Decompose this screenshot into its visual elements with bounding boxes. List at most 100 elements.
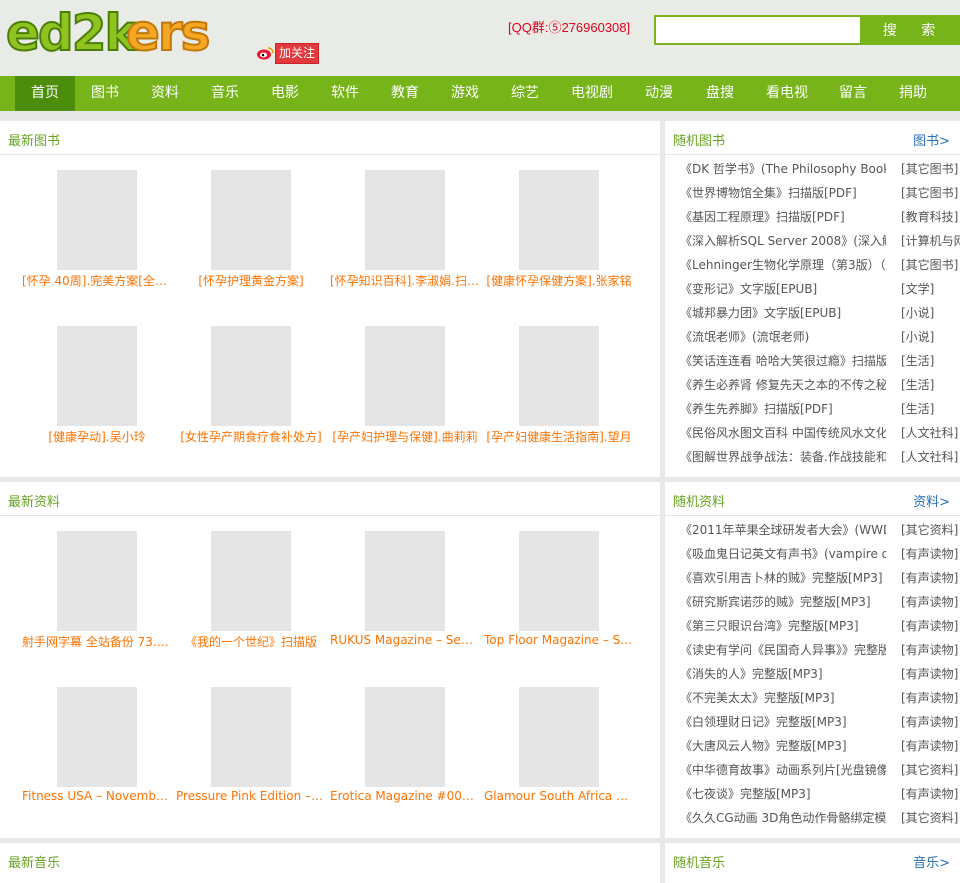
list-item-category-link[interactable]: [其它资料]	[901, 758, 960, 782]
item-thumbnail[interactable]	[211, 326, 291, 426]
list-item-title-link[interactable]: 《笑话连连看 哈哈大笑很过瘾》扫描版[	[680, 349, 886, 373]
item-thumbnail[interactable]	[519, 531, 599, 631]
item-thumbnail[interactable]	[365, 170, 445, 270]
list-item-category-link[interactable]: [生活]	[901, 373, 960, 397]
item-thumbnail[interactable]	[365, 531, 445, 631]
list-item-title-link[interactable]: 《城邦暴力团》文字版[EPUB]	[680, 301, 886, 325]
list-item-category-link[interactable]: [有声读物]	[901, 638, 960, 662]
item-caption-link[interactable]: [怀孕 40周].完美方案[全彩图解版].艾伦	[22, 272, 172, 289]
list-item-category-link[interactable]: [有声读物]	[901, 710, 960, 734]
list-item-category-link[interactable]: [其它图书]	[901, 253, 960, 277]
list-item-title-link[interactable]: 《中华德育故事》动画系列片[光盘镜像]	[680, 758, 886, 782]
list-item-category-link[interactable]: [生活]	[901, 397, 960, 421]
item-caption-link[interactable]: 《我的一个世纪》扫描版	[176, 633, 326, 650]
nav-item[interactable]: 看电视	[751, 76, 823, 111]
list-item-title-link[interactable]: 《流氓老师》(流氓老师)	[680, 325, 886, 349]
search-input[interactable]	[654, 15, 864, 45]
item-caption-link[interactable]: [怀孕知识百科].李淑娟.扫描版	[330, 272, 480, 289]
list-item-title-link[interactable]: 《图解世界战争战法：装备.作战技能和战	[680, 445, 886, 469]
list-item-category-link[interactable]: [有声读物]	[901, 566, 960, 590]
item-thumbnail[interactable]	[211, 170, 291, 270]
item-caption-link[interactable]: Glamour South Africa – November	[484, 789, 634, 803]
item-thumbnail[interactable]	[519, 687, 599, 787]
nav-item[interactable]: 软件	[315, 76, 375, 111]
more-books-link[interactable]: 图书>	[913, 130, 950, 149]
list-item-title-link[interactable]: 《变形记》文字版[EPUB]	[680, 277, 886, 301]
item-caption-link[interactable]: Fitness USA – November 2014	[22, 789, 172, 803]
item-caption-link[interactable]: Top Floor Magazine – September	[484, 633, 634, 647]
more-music-link[interactable]: 音乐>	[913, 852, 950, 871]
list-item-title-link[interactable]: 《消失的人》完整版[MP3]	[680, 662, 886, 686]
nav-item[interactable]: 游戏	[435, 76, 495, 111]
list-item-title-link[interactable]: 《第三只眼识台湾》完整版[MP3]	[680, 614, 886, 638]
nav-item[interactable]: 资料	[135, 76, 195, 111]
nav-item[interactable]: 首页	[15, 76, 75, 111]
weibo-follow-button[interactable]: 加关注	[256, 42, 320, 64]
item-thumbnail[interactable]	[211, 687, 291, 787]
item-caption-link[interactable]: 射手网字幕 全站备份 73.1GB	[22, 633, 172, 650]
list-item-category-link[interactable]: [有声读物]	[901, 734, 960, 758]
list-item-title-link[interactable]: 《大唐风云人物》完整版[MP3]	[680, 734, 886, 758]
nav-item[interactable]: 教育	[375, 76, 435, 111]
item-thumbnail[interactable]	[211, 531, 291, 631]
item-caption-link[interactable]: [孕产妇护理与保健].曲莉莉	[330, 428, 480, 445]
list-item-title-link[interactable]: 《读史有学问《民国奇人异事》》完整版	[680, 638, 886, 662]
list-item-category-link[interactable]: [有声读物]	[901, 782, 960, 806]
item-thumbnail[interactable]	[519, 326, 599, 426]
list-item-title-link[interactable]: 《养生先养脚》扫描版[PDF]	[680, 397, 886, 421]
list-item-title-link[interactable]: 《深入解析SQL Server 2008》(深入解析	[680, 229, 886, 253]
list-item-category-link[interactable]: [有声读物]	[901, 686, 960, 710]
list-item-title-link[interactable]: 《基因工程原理》扫描版[PDF]	[680, 205, 886, 229]
nav-item[interactable]: 留言	[823, 76, 883, 111]
list-item-category-link[interactable]: [其它图书]	[901, 181, 960, 205]
list-item-category-link[interactable]: [生活]	[901, 349, 960, 373]
list-item-title-link[interactable]: 《喜欢引用吉卜林的贼》完整版[MP3]	[680, 566, 886, 590]
list-item-category-link[interactable]: [人文社科]	[901, 421, 960, 445]
list-item-title-link[interactable]: 《Lehninger生物化学原理（第3版）（	[680, 253, 886, 277]
item-thumbnail[interactable]	[365, 326, 445, 426]
item-thumbnail[interactable]	[57, 531, 137, 631]
item-caption-link[interactable]: [孕产妇健康生活指南].望月	[484, 428, 634, 445]
item-thumbnail[interactable]	[57, 170, 137, 270]
list-item-category-link[interactable]: [小说]	[901, 325, 960, 349]
item-thumbnail[interactable]	[519, 170, 599, 270]
list-item-category-link[interactable]: [计算机与网络]	[901, 229, 960, 253]
list-item-category-link[interactable]: [有声读物]	[901, 590, 960, 614]
nav-item[interactable]: 音乐	[195, 76, 255, 111]
item-caption-link[interactable]: Pressure Pink Edition – October	[176, 789, 326, 803]
item-caption-link[interactable]: RUKUS Magazine – September	[330, 633, 480, 647]
nav-item[interactable]: 捐助	[883, 76, 943, 111]
item-thumbnail[interactable]	[365, 687, 445, 787]
list-item-title-link[interactable]: 《七夜谈》完整版[MP3]	[680, 782, 886, 806]
list-item-category-link[interactable]: [有声读物]	[901, 662, 960, 686]
item-thumbnail[interactable]	[57, 687, 137, 787]
list-item-category-link[interactable]: [有声读物]	[901, 542, 960, 566]
list-item-category-link[interactable]: [其它资料]	[901, 806, 960, 830]
list-item-title-link[interactable]: 《吸血鬼日记英文有声书》(vampire diaries	[680, 542, 886, 566]
item-caption-link[interactable]: [女性孕产期食疗食补处方]	[176, 428, 326, 445]
nav-item[interactable]: 综艺	[495, 76, 555, 111]
search-button[interactable]: 搜 索	[860, 15, 960, 45]
more-materials-link[interactable]: 资料>	[913, 491, 950, 510]
list-item-category-link[interactable]: [教育科技]	[901, 205, 960, 229]
nav-item[interactable]: 盘搜	[689, 76, 751, 111]
list-item-category-link[interactable]: [有声读物]	[901, 614, 960, 638]
list-item-title-link[interactable]: 《不完美太太》完整版[MP3]	[680, 686, 886, 710]
nav-item[interactable]: 电视剧	[555, 76, 629, 111]
item-thumbnail[interactable]	[57, 326, 137, 426]
list-item-category-link[interactable]: [其它资料]	[901, 518, 960, 542]
item-caption-link[interactable]: [健康怀孕保健方案].张家铭	[484, 272, 634, 289]
item-caption-link[interactable]: [健康孕动].吴小玲	[22, 428, 172, 445]
item-caption-link[interactable]: Erotica Magazine #002 – 2014	[330, 789, 480, 803]
nav-item[interactable]: 动漫	[629, 76, 689, 111]
list-item-category-link[interactable]: [文学]	[901, 277, 960, 301]
list-item-title-link[interactable]: 《白领理财日记》完整版[MP3]	[680, 710, 886, 734]
list-item-title-link[interactable]: 《2011年苹果全球研发者大会》(WWDC	[680, 518, 886, 542]
item-caption-link[interactable]: [怀孕护理黄金方案]	[176, 272, 326, 289]
site-logo[interactable]: ed2k ers	[4, 6, 250, 62]
list-item-title-link[interactable]: 《世界博物馆全集》扫描版[PDF]	[680, 181, 886, 205]
list-item-title-link[interactable]: 《研究斯宾诺莎的贼》完整版[MP3]	[680, 590, 886, 614]
nav-item[interactable]: 电影	[255, 76, 315, 111]
list-item-category-link[interactable]: [其它图书]	[901, 157, 960, 181]
list-item-title-link[interactable]: 《民俗风水图文百科 中国传统风水文化全	[680, 421, 886, 445]
